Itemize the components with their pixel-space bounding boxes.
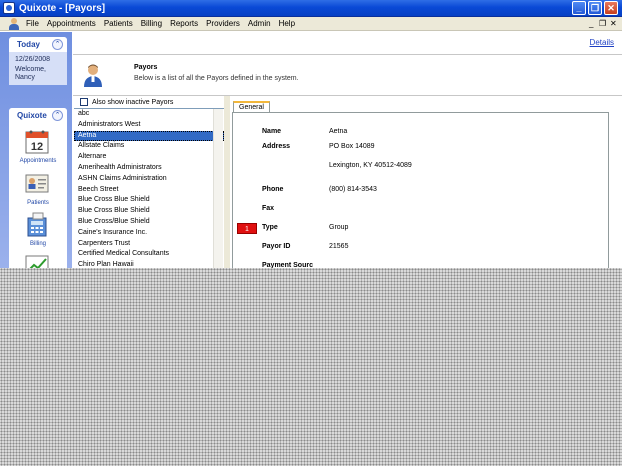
payor-list-item[interactable]: Alternare xyxy=(74,152,224,163)
payor-list-item[interactable]: Blue Cross Blue Shield xyxy=(74,206,224,217)
page-title: Payors xyxy=(134,64,158,71)
calendar-icon[interactable]: 12 xyxy=(24,129,50,155)
payor-list-item[interactable]: Certified Medical Consultants xyxy=(74,249,224,260)
payor-person-icon xyxy=(84,64,102,87)
welcome-text: Welcome, xyxy=(15,66,46,73)
today-title: Today xyxy=(17,40,40,49)
header-bottom-divider xyxy=(73,95,622,96)
details-link[interactable]: Details xyxy=(590,38,614,47)
menu-patients[interactable]: Patients xyxy=(100,17,137,31)
today-header: Today ⌃ xyxy=(9,37,67,52)
title-bar: Quixote - [Payors] _ ❐ ✕ xyxy=(0,0,622,17)
today-date: 12/26/2008 xyxy=(15,56,51,63)
payor-list-item[interactable]: Allstate Claims xyxy=(74,141,224,152)
window-title: Quixote - [Payors] xyxy=(19,3,106,14)
quixote-collapse-icon[interactable]: ⌃ xyxy=(52,110,63,121)
user-menu-icon[interactable] xyxy=(8,17,20,30)
minimize-button[interactable]: _ xyxy=(572,1,586,15)
quixote-nav: 12 Appointments Patients Billing xyxy=(9,123,67,268)
menu-file[interactable]: File xyxy=(22,17,43,31)
nav-appointments-label[interactable]: Appointments xyxy=(9,158,67,164)
payor-list-item[interactable]: abc xyxy=(74,109,224,120)
payor-id-label: Payor ID xyxy=(262,243,291,250)
header-divider xyxy=(73,54,622,55)
menu-billing[interactable]: Billing xyxy=(137,17,166,31)
mdi-restore-button[interactable]: ❐ xyxy=(599,18,606,30)
payor-list-item[interactable]: Carpenters Trust xyxy=(74,239,224,250)
today-collapse-icon[interactable]: ⌃ xyxy=(52,39,63,50)
restore-button[interactable]: ❐ xyxy=(588,1,602,15)
payor-list-item[interactable]: Administrators West xyxy=(74,120,224,131)
address-line2: Lexington, KY 40512-4089 xyxy=(329,162,412,169)
payor-list-item[interactable]: ASHN Claims Administration xyxy=(74,174,224,185)
mdi-close-button[interactable]: ✕ xyxy=(610,18,617,30)
user-name: Nancy xyxy=(15,74,35,81)
type-flag-badge: 1 xyxy=(237,223,257,234)
page-subtitle: Below is a list of all the Payors define… xyxy=(134,75,299,82)
calendar-day: 12 xyxy=(31,141,43,153)
payor-id-value: 21565 xyxy=(329,243,349,250)
type-value: Group xyxy=(329,224,349,231)
payor-list-item[interactable]: Blue Cross/Blue Shield xyxy=(74,217,224,228)
calculator-icon[interactable] xyxy=(24,212,50,238)
left-panel: Today ⌃ 12/26/2008 Welcome, Nancy Quixot… xyxy=(0,32,72,268)
chart-icon[interactable] xyxy=(24,253,50,268)
address-label: Address xyxy=(262,143,291,150)
payor-list-item[interactable]: Beech Street xyxy=(74,185,224,196)
inactive-payors-label: Also show inactive Payors xyxy=(92,98,174,106)
menu-reports[interactable]: Reports xyxy=(166,17,202,31)
today-body: 12/26/2008 Welcome, Nancy xyxy=(9,52,67,85)
payor-list[interactable]: abc Administrators West Aetna Allstate Clai… xyxy=(74,108,224,268)
quixote-box: Quixote ⌃ 12 Appointments Patients Billi… xyxy=(9,108,67,268)
payor-list-item[interactable]: Blue Cross Blue Shield xyxy=(74,195,224,206)
menu-admin[interactable]: Admin xyxy=(244,17,275,31)
payor-list-item[interactable]: Caine's Insurance Inc. xyxy=(74,228,224,239)
name-value: Aetna xyxy=(329,128,348,135)
menu-help[interactable]: Help xyxy=(275,17,299,31)
menu-providers[interactable]: Providers xyxy=(202,17,244,31)
nav-patients-label[interactable]: Patients xyxy=(9,200,67,206)
inactive-payors-toggle[interactable]: Also show inactive Payors xyxy=(80,98,173,106)
phone-label: Phone xyxy=(262,186,284,193)
close-button[interactable]: ✕ xyxy=(604,1,618,15)
menu-bar: File Appointments Patients Billing Repor… xyxy=(0,17,622,31)
dotted-overlay xyxy=(0,268,622,466)
mdi-minimize-button[interactable]: _ xyxy=(589,18,593,30)
phone-value: (800) 814-3543 xyxy=(329,186,377,193)
payor-list-item[interactable]: Aetna xyxy=(74,130,224,142)
nav-billing-label[interactable]: Billing xyxy=(9,241,67,247)
type-label: Type xyxy=(262,224,278,231)
pane-splitter[interactable] xyxy=(224,96,230,268)
name-label: Name xyxy=(262,128,282,135)
patients-card-icon[interactable] xyxy=(24,171,50,197)
menu-appointments[interactable]: Appointments xyxy=(43,17,100,31)
payor-list-item[interactable]: Amerihealth Administrators xyxy=(74,163,224,174)
fax-label: Fax xyxy=(262,205,275,212)
today-box: Today ⌃ 12/26/2008 Welcome, Nancy xyxy=(9,37,67,85)
quixote-header: Quixote ⌃ xyxy=(9,108,67,123)
inactive-payors-checkbox[interactable] xyxy=(80,98,88,106)
payor-list-scrollbar[interactable] xyxy=(213,109,223,268)
address-line1: PO Box 14089 xyxy=(329,143,375,150)
app-icon xyxy=(3,2,15,14)
quixote-title: Quixote xyxy=(17,111,47,120)
